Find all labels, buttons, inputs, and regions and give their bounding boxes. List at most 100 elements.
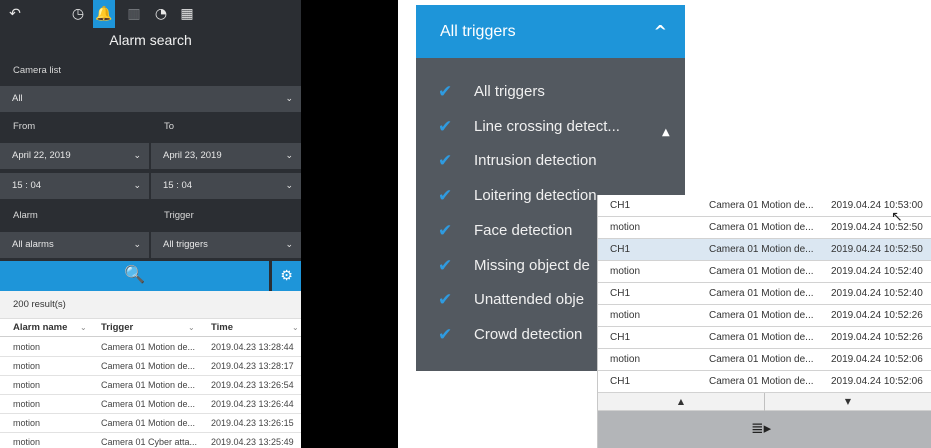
table-row[interactable]: motion Camera 01 Motion de... 2019.04.23… [0,414,301,433]
trigger-cell: Camera 01 Motion de... [709,376,814,387]
time-cell: 2019.04.24 10:52:26 [831,310,923,321]
to-date-select[interactable]: April 23, 2019 ⌄ [151,143,301,169]
list-item[interactable]: CH1 Camera 01 Motion de... 2019.04.24 10… [598,195,931,217]
scroll-up-icon[interactable]: ▲ [662,127,670,138]
trigger-cell: Camera 01 Motion de... [101,361,196,371]
scroll-down-button[interactable]: ▼ [765,393,931,411]
column-header-alarm-name[interactable]: Alarm name [13,319,67,337]
list-item[interactable]: CH1 Camera 01 Motion de... 2019.04.24 10… [598,283,931,305]
chevron-down-icon[interactable]: ⌄ [80,319,87,337]
alarm-value: All alarms [12,239,54,250]
date-range-label-row: From To [0,114,301,140]
camera-list-label-row: Camera list [0,58,301,84]
camera-list-select[interactable]: All ⌄ [0,86,301,112]
bell-icon[interactable]: 🔔 [93,0,115,28]
trigger-option-label: All triggers [474,83,545,100]
alarm-name-cell: motion [13,437,41,447]
time-cell: 2019.04.23 13:26:15 [211,418,294,428]
trigger-option[interactable]: ✔ Line crossing detect... [416,110,685,144]
check-icon: ✔ [438,82,453,102]
alarm-name-cell: motion [13,399,41,409]
chevron-down-icon: ⌄ [133,181,141,191]
result-count-bar: 200 result(s) [0,291,301,319]
from-time-value: 15 : 04 [12,180,42,191]
trigger-option-label: Intrusion detection [474,152,597,169]
trigger-cell: Camera 01 Motion de... [101,342,196,352]
trigger-dropdown-header[interactable]: All triggers ^ [416,5,685,58]
from-date-select[interactable]: April 22, 2019 ⌄ [0,143,149,169]
trigger-option[interactable]: ✔ All triggers [416,75,685,109]
time-cell: 2019.04.23 13:25:49 [211,437,294,447]
trigger-cell: Camera 01 Motion de... [709,354,814,365]
trigger-label: Trigger [164,210,194,221]
camera-search-icon[interactable]: ◔ [150,0,172,28]
chevron-down-icon: ⌄ [285,151,293,161]
from-time-select[interactable]: 15 : 04 ⌄ [0,173,149,199]
chevron-down-icon: ⌄ [285,94,293,104]
list-item-selected[interactable]: CH1 Camera 01 Motion de... 2019.04.24 10… [598,239,931,261]
scroll-up-button[interactable]: ▲ [598,393,764,411]
chevron-down-icon: ⌄ [133,151,141,161]
to-time-value: 15 : 04 [163,180,193,191]
check-icon: ✔ [438,117,453,137]
alarm-name-cell: motion [13,380,41,390]
alarm-label: Alarm [13,210,38,221]
list-item[interactable]: motion Camera 01 Motion de... 2019.04.24… [598,305,931,327]
result-count: 200 result(s) [13,299,66,310]
settings-button[interactable]: ⚙ [272,261,301,291]
table-row[interactable]: motion Camera 01 Motion de... 2019.04.23… [0,357,301,376]
table-row[interactable]: motion Camera 01 Motion de... 2019.04.23… [0,395,301,414]
source-cell: CH1 [610,376,631,387]
table-row[interactable]: motion Camera 01 Cyber atta... 2019.04.2… [0,433,301,448]
check-icon: ✔ [438,325,453,345]
column-header-time[interactable]: Time [211,319,233,337]
chevron-down-icon: ⌄ [285,181,293,191]
search-button[interactable]: 🔍 [0,261,269,291]
to-time-select[interactable]: 15 : 04 ⌄ [151,173,301,199]
alarm-trigger-label-row: Alarm Trigger [0,203,301,229]
trigger-option[interactable]: ✔ Intrusion detection [416,144,685,178]
column-header-trigger[interactable]: Trigger [101,319,133,337]
trigger-cell: Camera 01 Motion de... [709,200,814,211]
list-item[interactable]: CH1 Camera 01 Motion de... 2019.04.24 10… [598,371,931,393]
source-cell: CH1 [610,200,631,211]
back-icon[interactable]: ↶ [4,0,26,28]
trigger-option-label: Crowd detection [474,326,583,343]
results-table: 200 result(s) Alarm name ⌄ Trigger ⌄ Tim… [0,291,301,448]
list-item[interactable]: motion Camera 01 Motion de... 2019.04.24… [598,217,931,239]
event-list-nav: ▲ ▼ [598,393,931,411]
check-icon: ✔ [438,186,453,206]
time-cell: 2019.04.24 10:52:26 [831,332,923,343]
source-cell: motion [610,222,641,233]
list-item[interactable]: motion Camera 01 Motion de... 2019.04.24… [598,261,931,283]
from-date-value: April 22, 2019 [12,150,71,161]
alarm-name-cell: motion [13,342,41,352]
alarm-name-cell: motion [13,418,41,428]
chevron-down-icon[interactable]: ⌄ [292,319,299,337]
trigger-dropdown-title: All triggers [440,23,516,40]
playlist-icon[interactable]: ≣▸ [751,411,771,445]
trigger-option-label: Loitering detection [474,187,597,204]
table-row[interactable]: motion Camera 01 Motion de... 2019.04.23… [0,338,301,357]
table-row[interactable]: motion Camera 01 Motion de... 2019.04.23… [0,376,301,395]
trigger-cell: Camera 01 Motion de... [709,244,814,255]
chevron-down-icon[interactable]: ⌄ [188,319,195,337]
trigger-option-label: Unattended obje [474,291,585,308]
camera-list-value: All [12,93,23,104]
time-cell: 2019.04.24 10:52:50 [831,244,923,255]
grid-icon[interactable]: ▦ [176,0,198,28]
time-cell: 2019.04.24 10:52:40 [831,266,923,277]
list-item[interactable]: motion Camera 01 Motion de... 2019.04.24… [598,349,931,371]
top-toolbar: ↶ ◷ 🔔 ▥ ◔ ▦ [0,0,301,28]
check-icon: ✔ [438,290,453,310]
clock-icon[interactable]: ◷ [67,0,89,28]
trigger-select[interactable]: All triggers ⌄ [151,232,301,258]
alarm-select[interactable]: All alarms ⌄ [0,232,149,258]
gear-icon: ⚙ [280,268,293,284]
stats-icon[interactable]: ▥ [123,0,145,28]
source-cell: motion [610,354,641,365]
source-cell: CH1 [610,244,631,255]
source-cell: CH1 [610,288,631,299]
time-cell: 2019.04.24 10:52:50 [831,222,923,233]
list-item[interactable]: CH1 Camera 01 Motion de... 2019.04.24 10… [598,327,931,349]
